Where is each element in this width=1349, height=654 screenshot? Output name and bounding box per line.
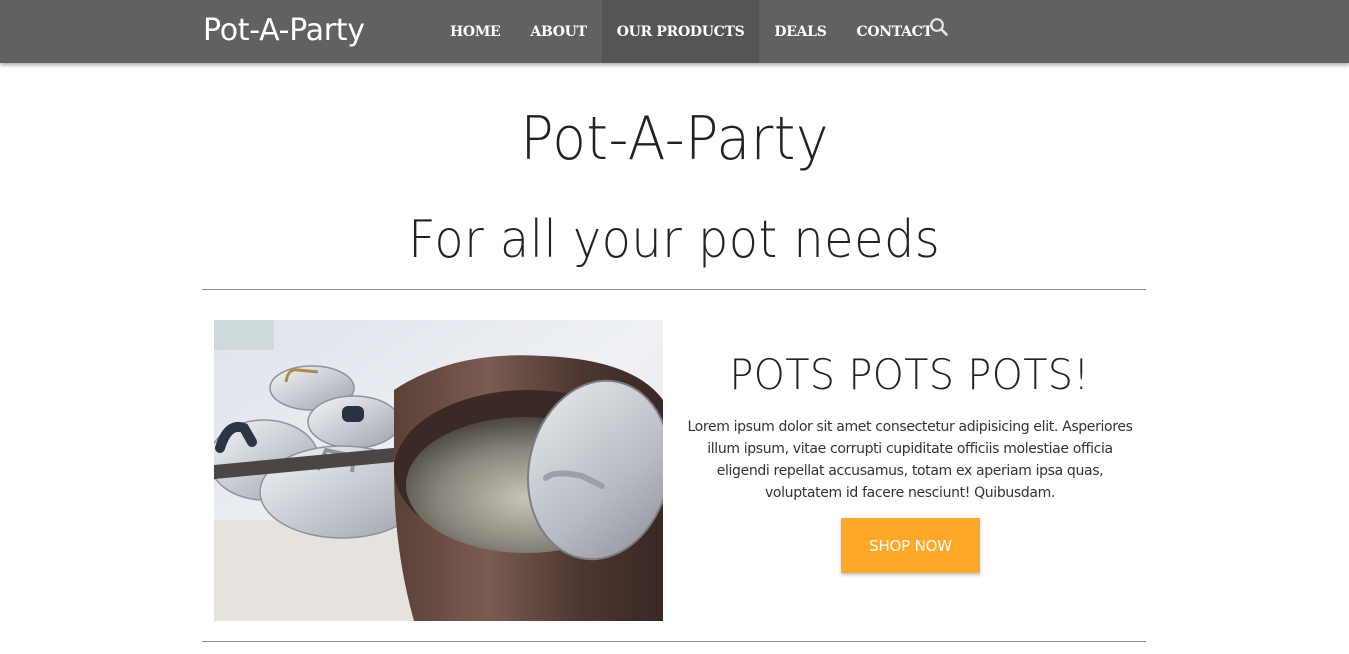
shop-now-button[interactable]: SHOP NOW: [841, 518, 980, 573]
navbar: Pot-A-Party HOME ABOUT OUR PRODUCTS DEAL…: [0, 0, 1349, 63]
search-icon[interactable]: [928, 16, 950, 38]
nav-link-about[interactable]: ABOUT: [515, 0, 601, 63]
nav-link-deals[interactable]: DEALS: [759, 0, 841, 63]
section-divider-top: [202, 289, 1146, 290]
promo-section: POTS POTS POTS! Lorem ipsum dolor sit am…: [685, 350, 1135, 504]
nav-link-home[interactable]: HOME: [435, 0, 515, 63]
nav-link-our-products[interactable]: OUR PRODUCTS: [601, 0, 760, 63]
promo-heading: POTS POTS POTS!: [729, 350, 1091, 399]
brand-logo[interactable]: Pot-A-Party: [203, 13, 365, 48]
section-divider-bottom: [202, 641, 1146, 642]
nav-links: HOME ABOUT OUR PRODUCTS DEALS CONTACT: [435, 0, 948, 63]
promo-text: Lorem ipsum dolor sit amet consectetur a…: [687, 419, 1133, 501]
pots-image: [214, 320, 663, 621]
hero-subtitle: For all your pot needs: [408, 210, 941, 270]
hero-title: Pot-A-Party: [520, 104, 829, 174]
